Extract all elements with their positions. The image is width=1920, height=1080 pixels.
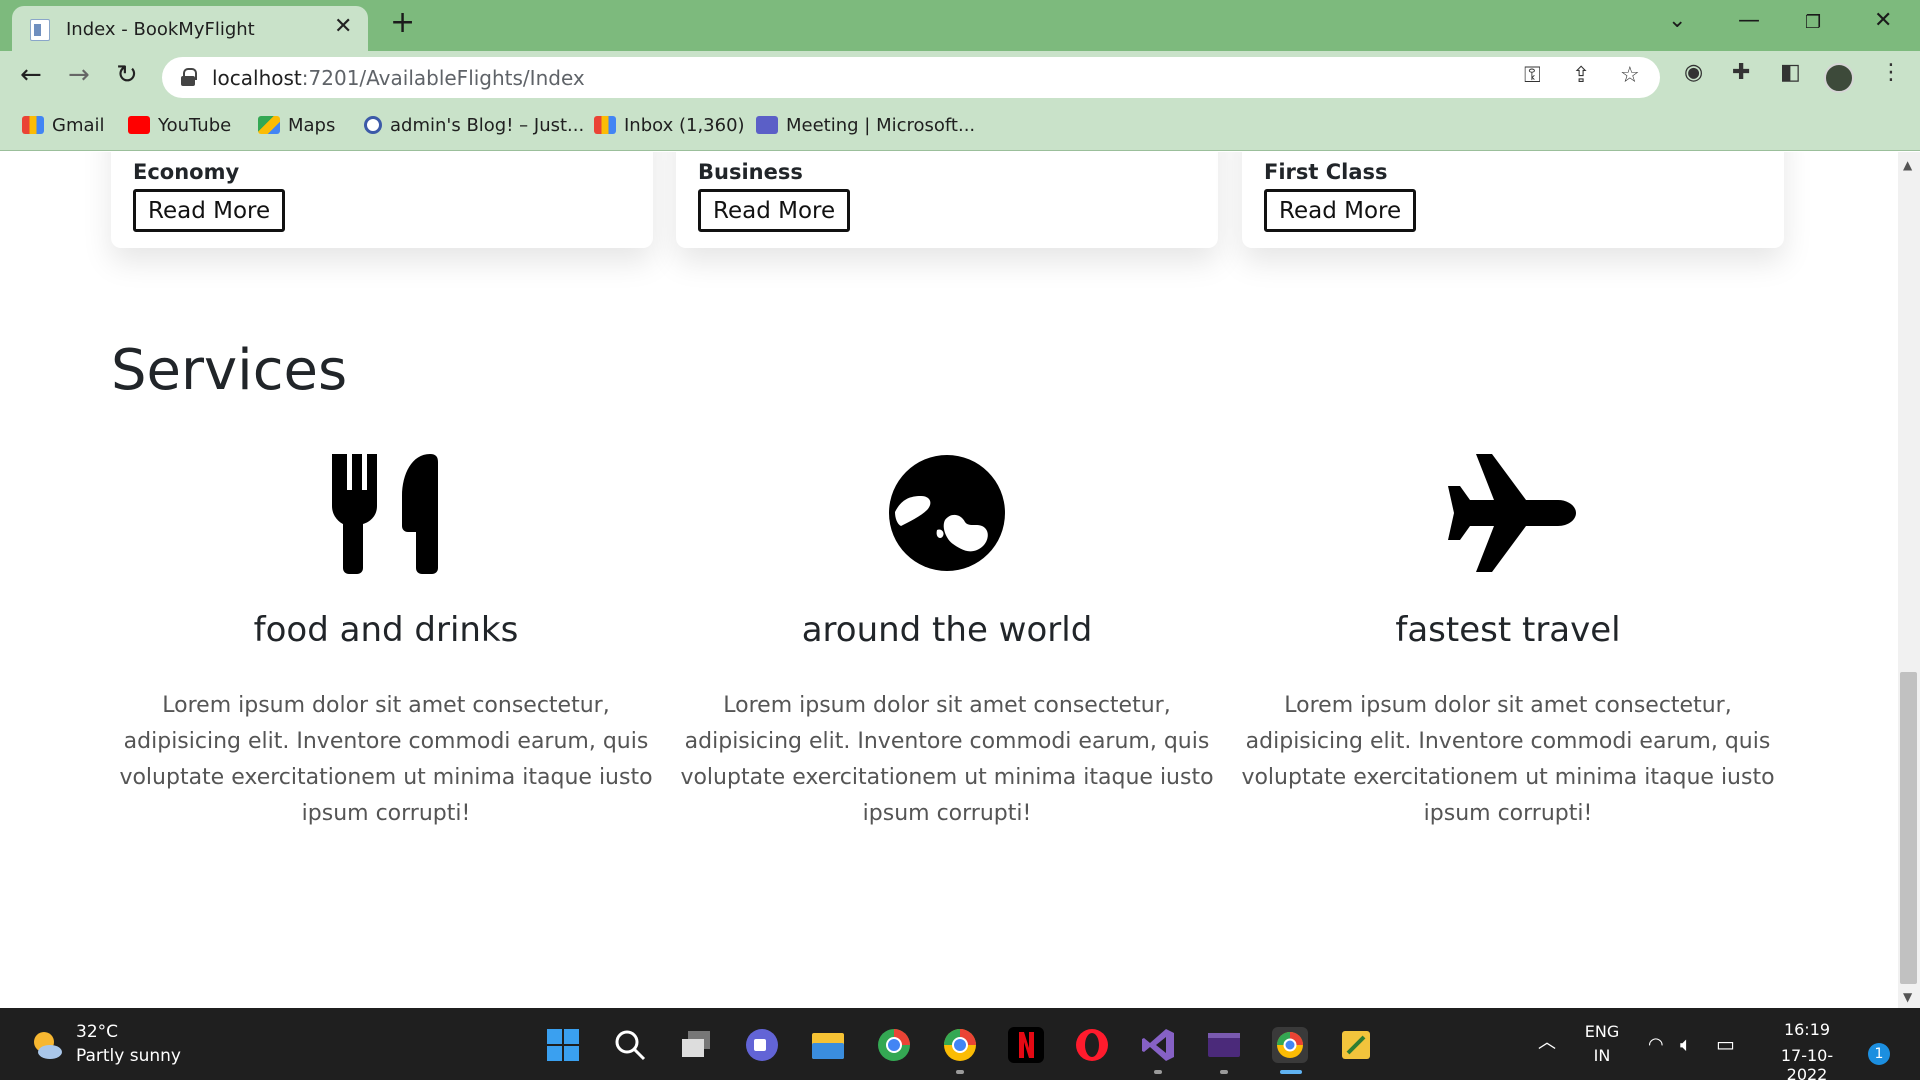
language-indicator-bottom[interactable]: IN: [1582, 1046, 1622, 1065]
running-indicator: [1220, 1070, 1228, 1074]
tab-search-chevron-icon[interactable]: ⌄: [1668, 10, 1686, 32]
running-indicator: [956, 1070, 964, 1074]
forward-icon[interactable]: →: [68, 62, 90, 88]
service-heading: food and drinks: [253, 610, 519, 650]
file-explorer-icon[interactable]: [810, 1027, 846, 1063]
chrome-active-icon[interactable]: [1272, 1027, 1308, 1063]
running-indicator: [1154, 1070, 1162, 1074]
url-host: localhost: [212, 66, 302, 90]
weather-temperature[interactable]: 32°C: [76, 1022, 118, 1042]
tab-strip: Index - BookMyFlight ✕ + ⌄ — ❐ ✕: [0, 0, 1920, 51]
bookmark-youtube[interactable]: YouTube: [128, 115, 231, 136]
service-heading: around the world: [801, 610, 1093, 650]
teams-icon: [756, 116, 778, 134]
scroll-up-arrow-icon[interactable]: ▲: [1903, 158, 1912, 172]
camera-icon[interactable]: ◉: [1684, 62, 1703, 84]
bookmark-label: Inbox (1,360): [624, 115, 745, 136]
show-hidden-icons-chevron[interactable]: ︿: [1538, 1028, 1556, 1054]
bookmark-teams-meeting[interactable]: Meeting | Microsoft...: [756, 115, 975, 136]
service-description: Lorem ipsum dolor sit amet consectetur, …: [680, 693, 1214, 826]
read-more-button[interactable]: Read More: [1264, 189, 1417, 232]
restore-icon[interactable]: ❐: [1805, 12, 1821, 34]
chrome-profile-icon[interactable]: [876, 1027, 912, 1063]
maps-icon: [258, 116, 280, 134]
gmail-icon: [594, 116, 616, 134]
netflix-icon[interactable]: [1008, 1027, 1044, 1063]
side-panel-icon[interactable]: ◧: [1780, 62, 1801, 84]
bookmark-star-icon[interactable]: ☆: [1620, 65, 1640, 87]
volume-icon[interactable]: 🔈︎: [1680, 1032, 1692, 1056]
url-text[interactable]: localhost:7201/AvailableFlights/Index: [212, 66, 585, 90]
services-title: Services: [111, 338, 348, 403]
class-card-business: Business Read More: [676, 152, 1218, 248]
bookmark-maps[interactable]: Maps: [258, 115, 335, 136]
youtube-icon: [128, 116, 150, 134]
share-icon[interactable]: ⇪: [1572, 65, 1590, 87]
bookmark-label: Gmail: [52, 115, 105, 136]
active-indicator: [1280, 1070, 1302, 1074]
scroll-down-arrow-icon[interactable]: ▼: [1903, 990, 1912, 1004]
class-card-title: Economy: [133, 160, 240, 184]
chat-icon[interactable]: [744, 1027, 780, 1063]
page-favicon-icon: [30, 19, 50, 41]
bookmark-label: Meeting | Microsoft...: [786, 115, 976, 136]
page-viewport: Economy Read More Business Read More Fir…: [0, 152, 1898, 1008]
address-bar[interactable]: localhost:7201/AvailableFlights/Index ⚿ …: [162, 57, 1660, 98]
partly-sunny-icon[interactable]: [30, 1028, 64, 1062]
menu-dots-icon[interactable]: ⋮: [1880, 62, 1902, 84]
bookmark-admin-blog[interactable]: admin's Blog! – Just...: [364, 115, 584, 136]
class-card-first-class: First Class Read More: [1242, 152, 1784, 248]
scrollbar-thumb[interactable]: [1900, 672, 1917, 984]
search-icon[interactable]: [612, 1027, 648, 1063]
notification-badge[interactable]: 1: [1868, 1043, 1890, 1065]
lock-icon[interactable]: [181, 68, 197, 86]
visual-studio-icon[interactable]: [1140, 1027, 1176, 1063]
url-path: :7201/AvailableFlights/Index: [301, 66, 585, 90]
tab-title: Index - BookMyFlight: [66, 19, 255, 40]
new-tab-icon[interactable]: +: [390, 8, 415, 38]
extensions-puzzle-icon[interactable]: ✚: [1732, 62, 1750, 84]
tab-active[interactable]: Index - BookMyFlight ✕: [12, 6, 368, 51]
blog-icon: [364, 116, 382, 134]
airplane-icon: [1448, 454, 1576, 572]
globe-icon: [889, 455, 1005, 571]
fork-knife-icon: [332, 454, 438, 574]
chrome-icon[interactable]: [942, 1027, 978, 1063]
gmail-icon: [22, 116, 44, 134]
minimize-icon[interactable]: —: [1738, 10, 1760, 32]
chrome-canary-icon[interactable]: [1338, 1027, 1374, 1063]
clock-date[interactable]: 17-10-2022: [1762, 1046, 1852, 1080]
clock-time[interactable]: 16:19: [1762, 1020, 1852, 1039]
bookmark-label: admin's Blog! – Just...: [390, 115, 585, 136]
close-tab-icon[interactable]: ✕: [334, 16, 352, 38]
class-card-title: First Class: [1264, 160, 1388, 184]
bookmark-label: Maps: [288, 115, 336, 136]
windows-start-icon[interactable]: [545, 1027, 581, 1063]
bookmark-inbox[interactable]: Inbox (1,360): [594, 115, 745, 136]
profile-avatar[interactable]: [1824, 63, 1854, 93]
bookmark-gmail[interactable]: Gmail: [22, 115, 105, 136]
bookmark-label: YouTube: [158, 115, 232, 136]
service-description: Lorem ipsum dolor sit amet consectetur, …: [1241, 693, 1775, 826]
weather-description[interactable]: Partly sunny: [76, 1046, 181, 1066]
back-icon[interactable]: ←: [20, 62, 42, 88]
class-card-economy: Economy Read More: [111, 152, 653, 248]
class-card-title: Business: [698, 160, 803, 184]
task-view-icon[interactable]: [678, 1027, 714, 1063]
close-window-icon[interactable]: ✕: [1874, 10, 1892, 32]
read-more-button[interactable]: Read More: [698, 189, 851, 232]
windows-taskbar: 32°C Partly sunny ︿ ENG IN ◠ 🔈︎ ▭ 16:19 …: [0, 1008, 1920, 1080]
service-description: Lorem ipsum dolor sit amet consectetur, …: [119, 693, 653, 826]
language-indicator-top[interactable]: ENG: [1582, 1022, 1622, 1041]
battery-icon[interactable]: ▭: [1716, 1032, 1735, 1056]
service-heading: fastest travel: [1395, 610, 1621, 650]
terminal-icon[interactable]: [1206, 1027, 1242, 1063]
key-icon[interactable]: ⚿: [1524, 65, 1541, 87]
read-more-button[interactable]: Read More: [133, 189, 286, 232]
wifi-icon[interactable]: ◠: [1648, 1034, 1664, 1055]
opera-icon[interactable]: [1074, 1027, 1110, 1063]
reload-icon[interactable]: ↻: [116, 62, 138, 88]
